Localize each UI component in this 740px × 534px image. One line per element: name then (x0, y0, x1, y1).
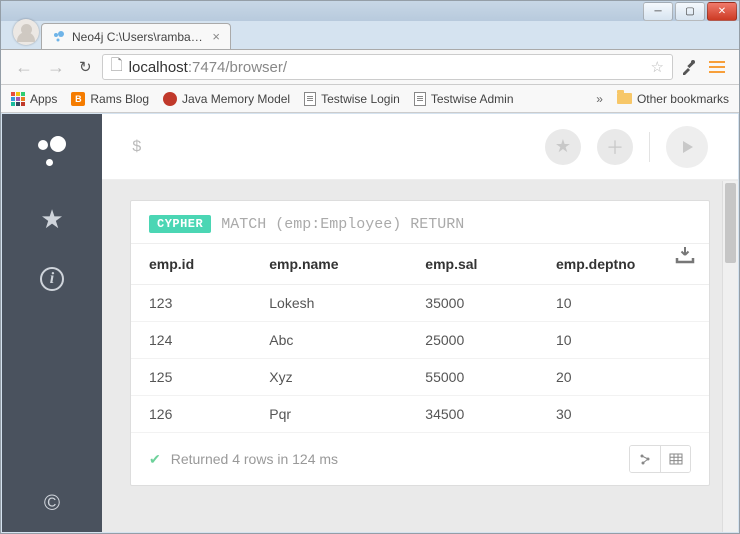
profile-avatar[interactable] (13, 19, 39, 45)
tab-title: Neo4j C:\Users\rambabu.p (72, 30, 206, 44)
success-check-icon: ✔ (149, 451, 161, 468)
view-toggle (629, 445, 691, 473)
tab-close-icon[interactable]: × (212, 29, 220, 44)
bookmarks-overflow[interactable]: » (596, 92, 603, 106)
neo4j-favicon-icon (52, 30, 66, 44)
results-area: CYPHER MATCH (emp:Employee) RETURN emp.i… (102, 180, 738, 532)
bookmark-item[interactable]: Java Memory Model (163, 92, 290, 106)
table-cell: 125 (131, 359, 251, 396)
scrollbar-thumb[interactable] (725, 183, 736, 263)
editor-prompt: $ (132, 138, 142, 156)
url-path: :7474/browser/ (188, 59, 287, 76)
page-icon (304, 92, 316, 106)
other-bookmarks-label: Other bookmarks (637, 92, 729, 106)
column-header[interactable]: emp.sal (407, 244, 538, 285)
reload-button[interactable]: ↻ (75, 58, 96, 76)
result-table: emp.id emp.name emp.sal emp.deptno 123Lo… (131, 243, 709, 433)
java-icon (163, 92, 177, 106)
copyright-icon[interactable]: © (44, 490, 60, 532)
table-cell: 25000 (407, 322, 538, 359)
bookmark-star-icon[interactable]: ☆ (651, 58, 664, 76)
table-cell: 35000 (407, 285, 538, 322)
bookmark-item[interactable]: Testwise Admin (414, 92, 514, 106)
run-query-button[interactable] (666, 126, 708, 168)
table-cell: 124 (131, 322, 251, 359)
browser-tab[interactable]: Neo4j C:\Users\rambabu.p × (41, 23, 231, 49)
column-header[interactable]: emp.id (131, 244, 251, 285)
query-editor[interactable]: $ ★ ＋ (102, 114, 738, 180)
table-cell: Pqr (251, 396, 407, 433)
query-text: MATCH (emp:Employee) RETURN (221, 216, 464, 233)
address-bar[interactable]: 🗋 localhost:7474/browser/ ☆ (102, 54, 673, 80)
bookmark-label: Testwise Login (321, 92, 400, 106)
sidebar: ★ i © (2, 114, 102, 532)
table-row: 124Abc2500010 (131, 322, 709, 359)
table-cell: Abc (251, 322, 407, 359)
info-icon[interactable]: i (40, 267, 64, 291)
divider (649, 132, 650, 162)
tab-strip: Neo4j C:\Users\rambabu.p × (1, 21, 739, 49)
eyedropper-icon[interactable] (679, 57, 699, 77)
table-row: 126Pqr3450030 (131, 396, 709, 433)
status-text: Returned 4 rows in 124 ms (171, 451, 338, 467)
download-icon[interactable] (675, 246, 695, 269)
bookmark-label: Java Memory Model (182, 92, 290, 106)
result-panel: CYPHER MATCH (emp:Employee) RETURN emp.i… (130, 200, 710, 486)
back-button[interactable]: ← (11, 57, 37, 78)
folder-icon (617, 93, 632, 104)
table-cell: 123 (131, 285, 251, 322)
forward-button[interactable]: → (43, 57, 69, 78)
page-icon (414, 92, 426, 106)
column-header[interactable]: emp.name (251, 244, 407, 285)
graph-view-button[interactable] (630, 446, 660, 472)
window-titlebar: ─ ▢ ✕ (1, 1, 739, 21)
maximize-button[interactable]: ▢ (675, 2, 705, 21)
table-row: 123Lokesh3500010 (131, 285, 709, 322)
menu-button[interactable] (705, 57, 729, 77)
bookmark-item[interactable]: Testwise Login (304, 92, 400, 106)
add-query-button[interactable]: ＋ (597, 129, 633, 165)
table-cell: 20 (538, 359, 709, 396)
url-host: localhost (129, 59, 188, 76)
scrollbar[interactable] (722, 181, 738, 532)
apps-button[interactable]: Apps (11, 92, 57, 106)
apps-grid-icon (11, 92, 25, 106)
favorites-icon[interactable]: ★ (40, 204, 63, 235)
table-cell: 126 (131, 396, 251, 433)
table-cell: Xyz (251, 359, 407, 396)
page-icon: 🗋 (111, 55, 123, 80)
apps-label: Apps (30, 92, 57, 106)
table-cell: 10 (538, 285, 709, 322)
bookmark-label: Rams Blog (90, 92, 149, 106)
blogger-icon: B (71, 92, 85, 106)
table-view-button[interactable] (660, 446, 690, 472)
bookmarks-bar: Apps B Rams Blog Java Memory Model Testwi… (1, 85, 739, 113)
close-button[interactable]: ✕ (707, 2, 737, 21)
cypher-badge: CYPHER (149, 215, 211, 233)
table-cell: 10 (538, 322, 709, 359)
bookmark-item[interactable]: B Rams Blog (71, 92, 149, 106)
other-bookmarks[interactable]: Other bookmarks (617, 92, 729, 106)
minimize-button[interactable]: ─ (643, 2, 673, 21)
table-row: 125Xyz5500020 (131, 359, 709, 396)
table-cell: 30 (538, 396, 709, 433)
favorite-query-button[interactable]: ★ (545, 129, 581, 165)
bookmark-label: Testwise Admin (431, 92, 514, 106)
table-cell: 34500 (407, 396, 538, 433)
neo4j-logo-icon[interactable] (32, 132, 72, 172)
table-cell: 55000 (407, 359, 538, 396)
table-cell: Lokesh (251, 285, 407, 322)
browser-toolbar: ← → ↻ 🗋 localhost:7474/browser/ ☆ (1, 49, 739, 85)
